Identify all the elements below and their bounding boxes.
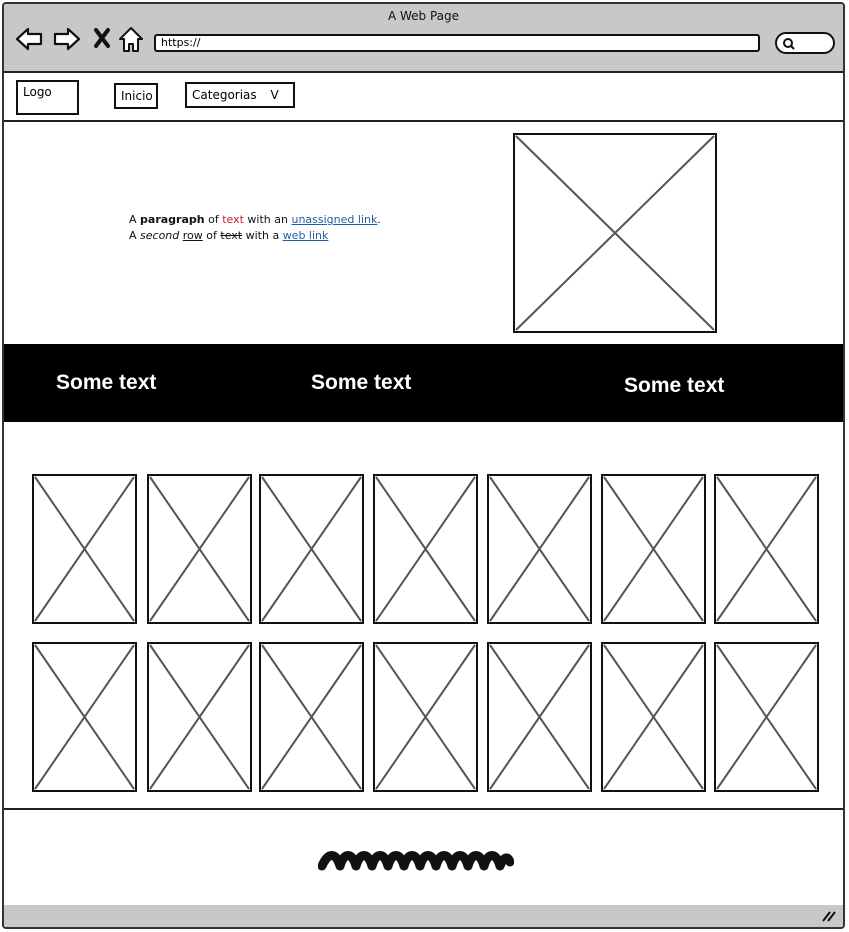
band-text-1: Some text — [56, 371, 157, 394]
hero-line-1: A paragraph of text with an unassigned l… — [129, 212, 381, 228]
status-bar — [4, 905, 843, 927]
home-icon[interactable] — [116, 24, 146, 54]
image-grid — [4, 424, 843, 808]
image-placeholder — [259, 642, 364, 792]
text-run: A — [129, 229, 141, 242]
unassigned-link[interactable]: unassigned link — [291, 213, 377, 226]
chevron-down-icon: V — [270, 88, 279, 102]
strikethrough-text: text — [220, 229, 243, 242]
logo[interactable]: Logo — [16, 80, 79, 115]
image-placeholder — [714, 642, 819, 792]
browser-toolbar: A Web Page https:// — [4, 4, 843, 73]
image-placeholder — [32, 474, 137, 624]
band-text-2: Some text — [311, 371, 412, 394]
image-placeholder — [373, 642, 478, 792]
image-placeholder — [714, 474, 819, 624]
text-run: A — [129, 213, 141, 226]
image-placeholder — [601, 474, 706, 624]
image-placeholder — [147, 474, 252, 624]
underlined-text: row — [182, 229, 203, 242]
window-title: A Web Page — [387, 9, 460, 23]
text-run: with a — [242, 229, 283, 242]
site-navbar: Logo Inicio Categorias V — [4, 73, 843, 122]
scribble-placeholder-icon — [318, 851, 514, 871]
logo-label: Logo — [23, 85, 52, 99]
nav-categories-label: Categorias — [192, 88, 257, 102]
feature-band: Some text Some text Some text — [4, 344, 843, 422]
hero-section: A paragraph of text with an unassigned l… — [4, 122, 843, 344]
nav-home-button[interactable]: Inicio — [114, 83, 158, 109]
text-run: of — [202, 229, 221, 242]
url-input[interactable]: https:// — [154, 34, 760, 52]
text-run: of — [204, 213, 223, 226]
web-link[interactable]: web link — [283, 229, 329, 242]
image-placeholder — [147, 642, 252, 792]
hero-paragraph: A paragraph of text with an unassigned l… — [129, 212, 381, 244]
red-text: text — [222, 213, 244, 226]
italic-text: second — [140, 229, 180, 242]
text-run: with an — [243, 213, 292, 226]
search-icon — [783, 38, 795, 50]
search-button[interactable] — [775, 32, 835, 54]
image-placeholder — [487, 642, 592, 792]
image-placeholder — [373, 474, 478, 624]
footer — [4, 808, 843, 911]
forward-arrow-icon[interactable] — [52, 24, 82, 54]
band-text-3: Some text — [624, 374, 725, 397]
text-run: . — [377, 213, 381, 226]
nav-home-label: Inicio — [121, 89, 153, 103]
browser-window: A Web Page https:// Logo Inicio Categori… — [2, 2, 845, 929]
hero-image-placeholder — [513, 133, 717, 333]
image-placeholder — [601, 642, 706, 792]
image-placeholder — [487, 474, 592, 624]
image-placeholder — [32, 642, 137, 792]
back-arrow-icon[interactable] — [14, 24, 44, 54]
bold-text: paragraph — [140, 213, 205, 226]
resize-grip-icon[interactable] — [821, 910, 837, 922]
nav-categories-dropdown[interactable]: Categorias V — [185, 82, 295, 108]
image-placeholder — [259, 474, 364, 624]
hero-line-2: A second row of text with a web link — [129, 228, 381, 244]
